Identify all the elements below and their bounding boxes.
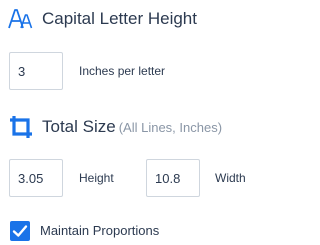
- total-size-title-text: Total Size: [42, 117, 116, 136]
- width-label: Width: [215, 171, 246, 185]
- inches-per-letter-label: Inches per letter: [79, 64, 166, 78]
- checkmark-icon: [12, 225, 28, 237]
- crop-icon: [8, 114, 34, 140]
- maintain-proportions-label[interactable]: Maintain Proportions: [40, 222, 159, 240]
- width-input[interactable]: [146, 159, 200, 197]
- capital-letter-height-title: Capital Letter Height: [42, 9, 197, 28]
- inches-per-letter-input[interactable]: [9, 52, 63, 90]
- maintain-proportions-checkbox[interactable]: [10, 221, 30, 241]
- total-size-subtitle: (All Lines, Inches): [118, 120, 223, 135]
- font-size-icon: [8, 6, 34, 32]
- height-label: Height: [79, 171, 114, 185]
- total-size-title: Total Size (All Lines, Inches): [42, 115, 222, 140]
- height-input[interactable]: [9, 159, 63, 197]
